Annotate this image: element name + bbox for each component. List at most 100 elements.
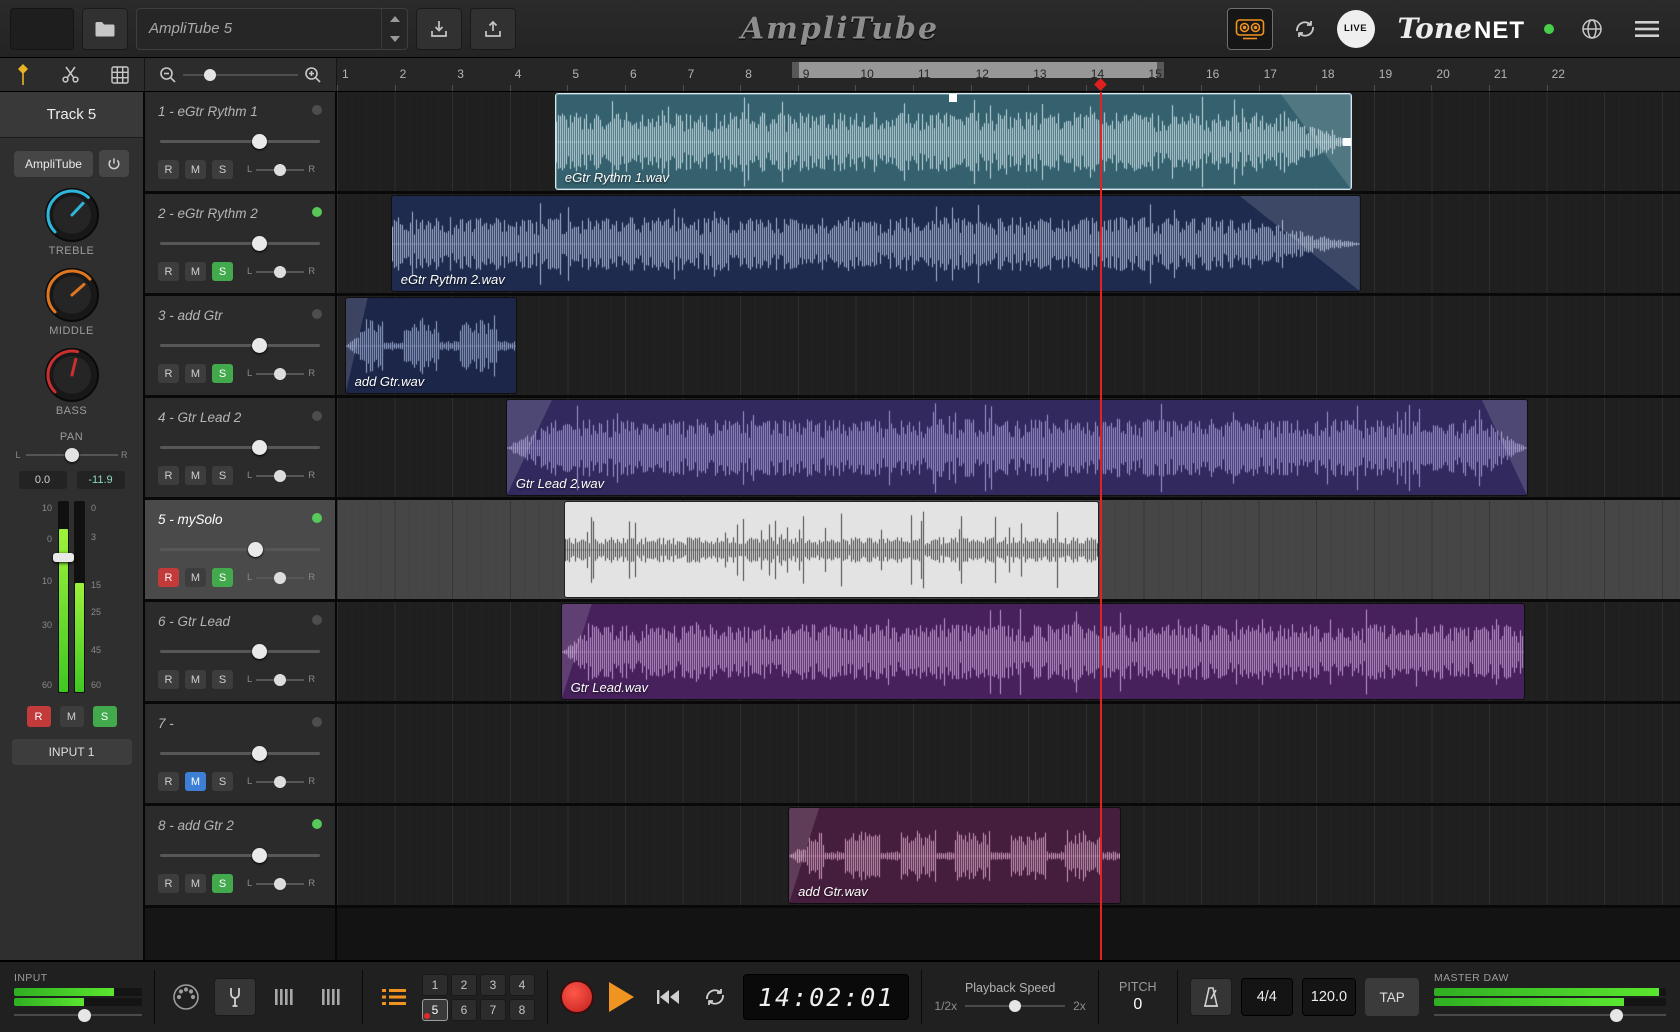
track-pan-slider[interactable] xyxy=(256,571,304,585)
record-arm-button[interactable]: R xyxy=(158,262,179,281)
mute-button[interactable]: M xyxy=(185,160,206,179)
track-pan-slider[interactable] xyxy=(256,469,304,483)
record-arm-button[interactable]: R xyxy=(158,466,179,485)
solo-button[interactable]: S xyxy=(212,874,233,893)
play-button[interactable] xyxy=(609,982,634,1012)
pan-slider[interactable]: L R xyxy=(16,447,128,463)
mute-button[interactable]: M xyxy=(185,262,206,281)
project-name-field[interactable]: AmpliTube 5 xyxy=(136,8,408,50)
pan-handle[interactable] xyxy=(274,164,286,176)
tempo-display[interactable]: 120.0 xyxy=(1302,978,1356,1016)
track-header[interactable]: 5 - mySolo R M S L R xyxy=(145,500,335,602)
input-slider-handle[interactable] xyxy=(78,1009,91,1022)
audio-clip[interactable]: eGtr Rythm 1.wav xyxy=(556,94,1351,189)
input-level-slider[interactable] xyxy=(14,1009,142,1022)
track-volume-slider[interactable] xyxy=(158,746,322,761)
amplitube-plugin-button[interactable]: AmpliTube xyxy=(14,151,93,177)
metronome-button[interactable] xyxy=(1190,978,1232,1016)
volume-handle[interactable] xyxy=(252,746,267,761)
speed-slider-handle[interactable] xyxy=(1009,1000,1021,1012)
project-prev-button[interactable] xyxy=(382,9,407,29)
track-volume-slider[interactable] xyxy=(158,542,322,557)
record-arm-button[interactable]: R xyxy=(158,670,179,689)
record-arm-button[interactable]: R xyxy=(158,568,179,587)
import-button[interactable] xyxy=(416,8,462,50)
solo-button[interactable]: S xyxy=(212,670,233,689)
grid-edit-button[interactable] xyxy=(111,66,129,84)
eq-knob-bass[interactable]: BASS xyxy=(43,346,101,417)
live-button[interactable]: LIVE xyxy=(1337,10,1375,48)
song-section-4[interactable]: 4 xyxy=(509,974,535,996)
solo-button[interactable]: S xyxy=(212,262,233,281)
record-arm-button[interactable]: R xyxy=(158,364,179,383)
loop-sync-button[interactable] xyxy=(1282,8,1328,50)
menu-button[interactable] xyxy=(1624,8,1670,50)
volume-handle[interactable] xyxy=(252,236,267,251)
pan-handle[interactable] xyxy=(274,674,286,686)
song-section-2[interactable]: 2 xyxy=(451,974,477,996)
cut-tool-button[interactable] xyxy=(61,65,80,84)
eq-knob-treble[interactable]: TREBLE xyxy=(43,186,101,257)
track-header[interactable]: 1 - eGtr Rythm 1 R M S L R xyxy=(145,92,335,194)
solo-button[interactable]: S xyxy=(212,568,233,587)
pan-handle[interactable] xyxy=(274,572,286,584)
rack-view-button[interactable] xyxy=(265,978,303,1016)
clip-resize-handle[interactable] xyxy=(949,94,957,102)
mute-button[interactable]: M xyxy=(60,706,84,727)
master-level-slider[interactable] xyxy=(1434,1009,1666,1022)
track-volume-slider[interactable] xyxy=(158,848,322,863)
mute-button[interactable]: M xyxy=(185,670,206,689)
audio-clip[interactable]: add Gtr.wav xyxy=(346,298,516,393)
tonenet-logo[interactable]: ToneNET xyxy=(1398,12,1525,45)
solo-button[interactable]: S xyxy=(212,364,233,383)
playhead-line[interactable] xyxy=(1100,92,1102,960)
volume-handle[interactable] xyxy=(252,134,267,149)
audio-clip[interactable]: Gtr Lead 2.wav xyxy=(507,400,1527,495)
volume-handle[interactable] xyxy=(252,848,267,863)
zoom-slider[interactable] xyxy=(183,69,298,81)
song-section-7[interactable]: 7 xyxy=(480,999,506,1021)
open-project-button[interactable] xyxy=(82,8,128,50)
zoom-slider-handle[interactable] xyxy=(204,69,216,81)
globe-button[interactable] xyxy=(1569,8,1615,50)
timeline-row[interactable] xyxy=(337,296,1680,398)
record-arm-button[interactable]: R xyxy=(27,706,51,727)
track-pan-slider[interactable] xyxy=(256,775,304,789)
volume-handle[interactable] xyxy=(252,338,267,353)
volume-handle[interactable] xyxy=(252,440,267,455)
marker-tool-button[interactable] xyxy=(16,64,30,86)
track-pan-slider[interactable] xyxy=(256,163,304,177)
track-header[interactable]: 7 - R M S L R xyxy=(145,704,335,806)
rewind-button[interactable] xyxy=(649,978,687,1016)
project-next-button[interactable] xyxy=(382,29,407,49)
eq-knob-middle[interactable]: MIDDLE xyxy=(43,266,101,337)
song-section-5[interactable]: 5 xyxy=(422,999,448,1021)
mute-button[interactable]: M xyxy=(185,568,206,587)
record-button[interactable] xyxy=(560,980,594,1014)
volume-handle[interactable] xyxy=(248,542,263,557)
export-button[interactable] xyxy=(470,8,516,50)
audio-clip[interactable]: Gtr Lead.wav xyxy=(562,604,1524,699)
track-pan-slider[interactable] xyxy=(256,877,304,891)
pitch-section[interactable]: PITCH 0 xyxy=(1111,980,1165,1014)
pan-handle[interactable] xyxy=(274,878,286,890)
input-select-button[interactable]: INPUT 1 xyxy=(12,739,132,765)
track-header[interactable]: 8 - add Gtr 2 R M S L R xyxy=(145,806,335,908)
track-header[interactable]: 2 - eGtr Rythm 2 R M S L R xyxy=(145,194,335,296)
pan-handle[interactable] xyxy=(274,470,286,482)
clip-resize-handle[interactable] xyxy=(1343,138,1351,146)
solo-button[interactable]: S xyxy=(212,772,233,791)
recorder-button[interactable] xyxy=(1227,8,1273,50)
track-volume-slider[interactable] xyxy=(158,440,322,455)
solo-button[interactable]: S xyxy=(212,160,233,179)
pan-handle[interactable] xyxy=(274,266,286,278)
song-list-button[interactable] xyxy=(375,978,413,1016)
time-signature-display[interactable]: 4/4 xyxy=(1241,978,1293,1016)
mute-button[interactable]: M xyxy=(185,874,206,893)
track-volume-slider[interactable] xyxy=(158,338,322,353)
track-volume-slider[interactable] xyxy=(158,236,322,251)
zoom-out-icon[interactable] xyxy=(159,66,177,84)
record-arm-button[interactable]: R xyxy=(158,772,179,791)
volume-handle[interactable] xyxy=(252,644,267,659)
loop-button[interactable] xyxy=(696,978,734,1016)
